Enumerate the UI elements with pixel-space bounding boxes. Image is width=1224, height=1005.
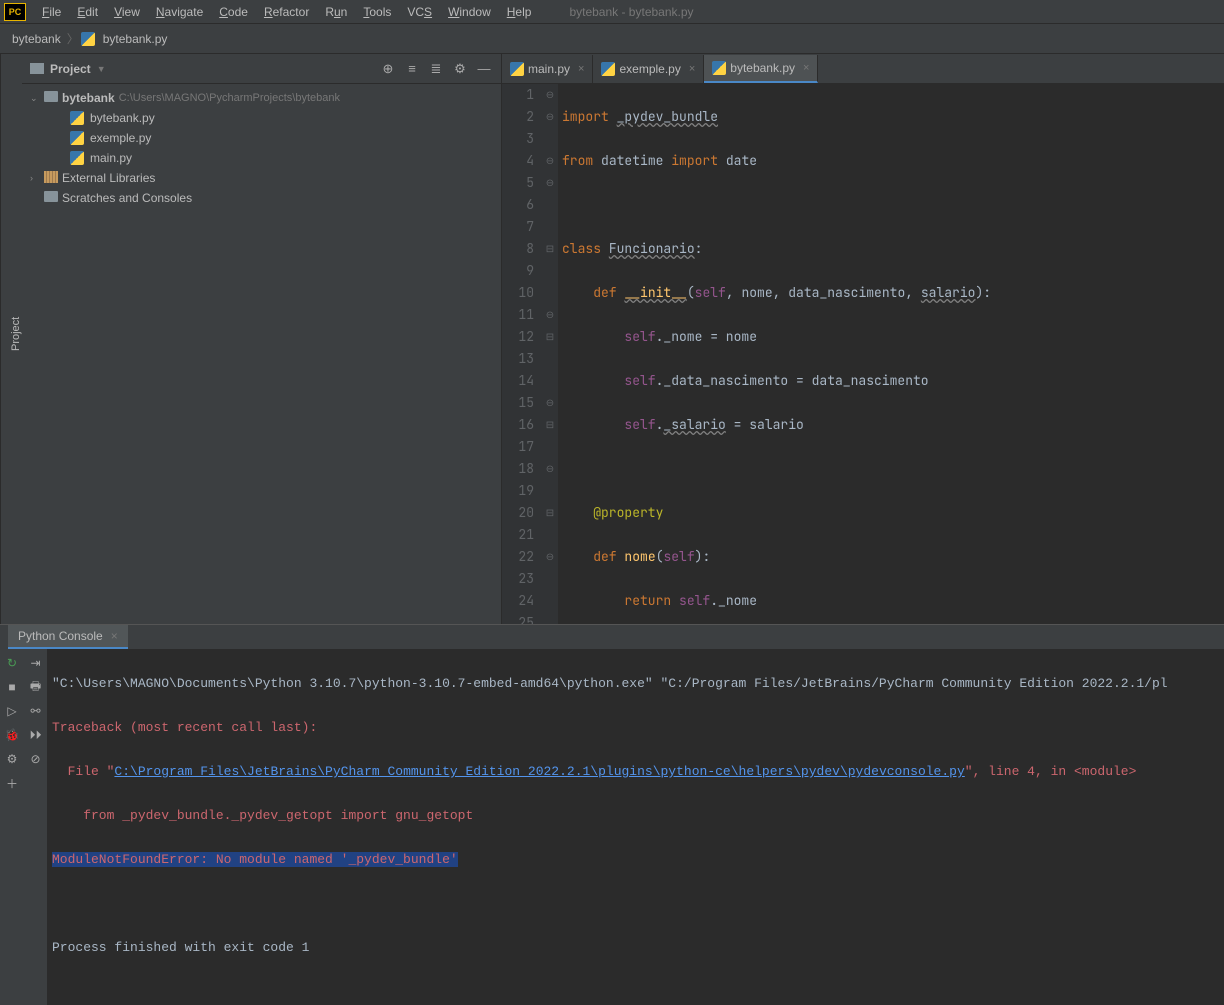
tree-file[interactable]: exemple.py bbox=[22, 128, 501, 148]
soft-wrap-icon[interactable]: ⇥ bbox=[28, 655, 44, 671]
console-line: File " bbox=[52, 764, 114, 779]
python-file-icon bbox=[70, 151, 84, 165]
project-tree: ⌄ bytebank C:\Users\MAGNO\PycharmProject… bbox=[22, 84, 501, 212]
menu-tools[interactable]: Tools bbox=[355, 3, 399, 21]
console-line: Traceback (most recent call last): bbox=[52, 720, 317, 735]
breadcrumb-project[interactable]: bytebank bbox=[8, 32, 65, 46]
console-line-selected: ModuleNotFoundError: No module named '_p… bbox=[52, 852, 458, 867]
editor-tabs: main.py × exemple.py × bytebank.py × bbox=[502, 54, 1224, 84]
breadcrumb: bytebank 〉 bytebank.py bbox=[0, 24, 1224, 54]
rerun-icon[interactable]: ↻ bbox=[4, 655, 20, 671]
tree-root-label: bytebank bbox=[62, 91, 115, 105]
debug-icon[interactable]: 🐞 bbox=[4, 727, 20, 743]
console-line: Process finished with exit code 1 bbox=[52, 940, 309, 955]
project-panel-header: Project ▼ ⊕ ≡ ≣ ⚙ — bbox=[22, 54, 501, 84]
line-gutter: 1234567891011121314151617181920212223242… bbox=[502, 84, 542, 624]
history-icon[interactable]: ⏵⏵ bbox=[28, 727, 44, 743]
tree-label: Scratches and Consoles bbox=[62, 191, 192, 205]
tab-label: exemple.py bbox=[619, 62, 680, 76]
menu-run[interactable]: Run bbox=[317, 3, 355, 21]
tab-label: main.py bbox=[528, 62, 570, 76]
python-file-icon bbox=[510, 62, 524, 76]
menu-window[interactable]: Window bbox=[440, 3, 499, 21]
menu-view[interactable]: View bbox=[106, 3, 148, 21]
tree-scratches[interactable]: Scratches and Consoles bbox=[22, 188, 501, 208]
breadcrumb-file[interactable]: bytebank.py bbox=[99, 32, 172, 46]
project-tool-tab[interactable]: Project bbox=[0, 54, 22, 624]
tree-file-label: bytebank.py bbox=[90, 111, 155, 125]
editor-tab-exemple[interactable]: exemple.py × bbox=[593, 55, 704, 83]
console-tab-python[interactable]: Python Console × bbox=[8, 625, 128, 649]
close-icon[interactable]: × bbox=[111, 629, 118, 643]
window-title: bytebank - bytebank.py bbox=[569, 5, 693, 19]
editor-tab-bytebank[interactable]: bytebank.py × bbox=[704, 55, 818, 83]
dropdown-arrow-icon[interactable]: ▼ bbox=[97, 64, 106, 74]
folder-icon bbox=[44, 91, 58, 102]
clear-icon[interactable]: ⊘ bbox=[28, 751, 44, 767]
menu-navigate[interactable]: Navigate bbox=[148, 3, 211, 21]
python-file-icon bbox=[70, 111, 84, 125]
settings-icon[interactable]: ⚙ bbox=[4, 751, 20, 767]
hide-icon[interactable]: — bbox=[475, 60, 493, 78]
menu-help[interactable]: Help bbox=[499, 3, 540, 21]
collapse-icon[interactable]: ⌄ bbox=[30, 93, 44, 104]
close-icon[interactable]: × bbox=[689, 63, 695, 75]
close-icon[interactable]: × bbox=[803, 62, 809, 74]
menu-refactor[interactable]: Refactor bbox=[256, 3, 317, 21]
project-panel: Project ▼ ⊕ ≡ ≣ ⚙ — ⌄ bytebank C:\Users\… bbox=[22, 54, 502, 624]
run-icon[interactable]: ▷ bbox=[4, 703, 20, 719]
console-toolbar-left: ↻ ■ ▷ 🐞 ⚙ ＋ bbox=[0, 649, 24, 1005]
console-output[interactable]: "C:\Users\MAGNO\Documents\Python 3.10.7\… bbox=[48, 649, 1224, 1005]
tab-label: bytebank.py bbox=[730, 61, 795, 75]
close-icon[interactable]: × bbox=[578, 63, 584, 75]
python-file-icon bbox=[712, 61, 726, 75]
pycharm-logo-icon: PC bbox=[4, 3, 26, 21]
tree-root-path: C:\Users\MAGNO\PycharmProjects\bytebank bbox=[119, 92, 340, 104]
expand-all-icon[interactable]: ≡ bbox=[403, 60, 421, 78]
print-icon[interactable]: 🖶 bbox=[28, 679, 44, 695]
scratches-icon bbox=[44, 191, 58, 202]
console-tabs: Python Console × bbox=[0, 625, 1224, 649]
tree-root[interactable]: ⌄ bytebank C:\Users\MAGNO\PycharmProject… bbox=[22, 88, 501, 108]
chevron-right-icon: 〉 bbox=[67, 30, 79, 47]
library-icon bbox=[44, 171, 58, 183]
editor-tab-main[interactable]: main.py × bbox=[502, 55, 593, 83]
locate-icon[interactable]: ⊕ bbox=[379, 60, 397, 78]
new-console-icon[interactable]: ＋ bbox=[4, 775, 20, 791]
code-content[interactable]: import _pydev_bundle from datetime impor… bbox=[558, 84, 1224, 624]
python-file-icon bbox=[81, 32, 95, 46]
project-panel-title[interactable]: Project bbox=[50, 62, 91, 76]
expand-icon[interactable]: › bbox=[30, 173, 44, 183]
console-line: from _pydev_bundle._pydev_getopt import … bbox=[52, 808, 473, 823]
collapse-all-icon[interactable]: ≣ bbox=[427, 60, 445, 78]
tree-file-label: main.py bbox=[90, 151, 132, 165]
editor: main.py × exemple.py × bytebank.py × 123… bbox=[502, 54, 1224, 624]
console-toolbar-right: ⇥ 🖶 ⚯ ⏵⏵ ⊘ bbox=[24, 649, 48, 1005]
console-line: "C:\Users\MAGNO\Documents\Python 3.10.7\… bbox=[52, 676, 1168, 691]
menu-vcs[interactable]: VCS bbox=[399, 3, 440, 21]
stop-icon[interactable]: ■ bbox=[4, 679, 20, 695]
menu-bar: PC File Edit View Navigate Code Refactor… bbox=[0, 0, 1224, 24]
python-file-icon bbox=[70, 131, 84, 145]
menu-file[interactable]: File bbox=[34, 3, 69, 21]
menu-edit[interactable]: Edit bbox=[69, 3, 106, 21]
tree-file[interactable]: bytebank.py bbox=[22, 108, 501, 128]
menu-code[interactable]: Code bbox=[211, 3, 256, 21]
console-link[interactable]: C:\Program Files\JetBrains\PyCharm Commu… bbox=[114, 764, 964, 779]
console-tab-label: Python Console bbox=[18, 629, 103, 643]
fold-gutter: ⊖⊖⊖⊖⊟⊖⊟⊖⊟⊖⊟⊖ bbox=[542, 84, 558, 624]
console-panel: Python Console × ↻ ■ ▷ 🐞 ⚙ ＋ ⇥ 🖶 ⚯ ⏵⏵ ⊘ … bbox=[0, 624, 1224, 804]
tree-external-libs[interactable]: › External Libraries bbox=[22, 168, 501, 188]
code-area[interactable]: 1234567891011121314151617181920212223242… bbox=[502, 84, 1224, 624]
tree-file[interactable]: main.py bbox=[22, 148, 501, 168]
tree-label: External Libraries bbox=[62, 171, 155, 185]
settings-icon[interactable]: ⚙ bbox=[451, 60, 469, 78]
python-file-icon bbox=[601, 62, 615, 76]
scroll-icon[interactable]: ⚯ bbox=[28, 703, 44, 719]
tree-file-label: exemple.py bbox=[90, 131, 151, 145]
folder-icon bbox=[30, 63, 44, 74]
